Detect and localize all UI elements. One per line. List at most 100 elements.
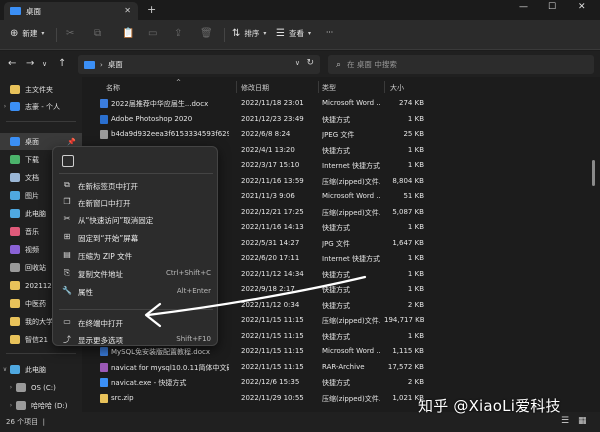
file-name: navicat for mysql10.0.11简体中文破解...	[111, 363, 229, 373]
nav-item-drive-c[interactable]: › OS (C:)	[0, 379, 82, 396]
file-date: 2022/6/8 8:24	[241, 130, 290, 138]
maximize-button[interactable]: ☐	[548, 2, 556, 12]
menu-item-icon: ❐	[62, 197, 72, 206]
cut-button[interactable]: ✂	[66, 28, 74, 39]
file-size: 1 KB	[384, 223, 424, 231]
column-header-date[interactable]: 修改日期	[241, 83, 269, 93]
nav-item-this-pc[interactable]: ∨ 此电脑	[0, 361, 82, 378]
file-type: 压缩(zipped)文件...	[322, 316, 380, 326]
close-window-button[interactable]: ✕	[578, 2, 586, 12]
desktop-icon	[10, 137, 20, 146]
chevron-down-icon: ▾	[263, 30, 266, 37]
toolbar-divider	[56, 28, 57, 42]
copy-button[interactable]: ⧉	[94, 28, 101, 39]
search-input[interactable]: ⌕ 在 桌面 中搜索	[328, 55, 594, 74]
file-date: 2022/11/12 14:34	[241, 270, 304, 278]
chevron-right-icon[interactable]: ›	[6, 384, 16, 391]
sort-label: 排序	[244, 28, 259, 39]
chevron-right-icon[interactable]: ›	[0, 103, 10, 110]
context-menu-item[interactable]: ⧉在新标签页中打开	[53, 177, 219, 194]
file-icon	[100, 99, 108, 108]
minimize-button[interactable]: —	[519, 2, 528, 12]
file-type: RAR-Archive	[322, 363, 380, 371]
file-type: JPEG 文件	[322, 130, 380, 140]
copy-icon[interactable]	[62, 155, 74, 167]
column-header-size[interactable]: 大小	[390, 83, 404, 93]
file-row[interactable]: navicat for mysql10.0.11简体中文破解...2022/11…	[84, 359, 594, 376]
file-row[interactable]: Adobe Photoshop 20202021/12/23 23:49快捷方式…	[84, 111, 594, 128]
context-menu-item[interactable]: ⤴显示更多选项Shift+F10	[53, 331, 219, 348]
forward-arrow-icon[interactable]: →	[26, 58, 34, 69]
tiles-view-icon[interactable]: ▦	[578, 416, 587, 426]
menu-item-shortcut: Alt+Enter	[177, 287, 211, 295]
menu-divider	[59, 173, 213, 174]
file-icon	[100, 363, 108, 372]
file-size: 194,717 KB	[384, 316, 424, 324]
nav-item-label: 202112	[25, 282, 52, 290]
column-header-name[interactable]: 名称	[106, 83, 120, 93]
back-arrow-icon[interactable]: ←	[8, 58, 16, 69]
file-row[interactable]: 2022届推荐中华应届生...docx2022/11/18 23:01Micro…	[84, 95, 594, 112]
context-menu-item[interactable]: ❐在新窗口中打开	[53, 194, 219, 211]
chevron-down-icon[interactable]: ∨	[295, 59, 300, 67]
nav-divider	[6, 353, 76, 354]
new-tab-button[interactable]: +	[147, 3, 156, 16]
up-arrow-icon[interactable]: ↑	[58, 58, 66, 69]
column-divider[interactable]	[318, 81, 319, 93]
file-name: src.zip	[111, 394, 229, 402]
file-size: 1 KB	[384, 146, 424, 154]
file-size: 1 KB	[384, 161, 424, 169]
chevron-down-icon[interactable]: ∨	[0, 366, 10, 373]
file-type: 快捷方式	[322, 378, 380, 388]
more-options-button[interactable]: ···	[326, 28, 333, 37]
nav-item-home[interactable]: 主文件夹	[0, 81, 82, 98]
search-placeholder: 在 桌面 中搜索	[347, 59, 397, 70]
context-menu-item[interactable]: ⊞固定到“开始”屏幕	[53, 229, 219, 246]
picture-icon	[10, 191, 20, 200]
file-size: 1 KB	[384, 270, 424, 278]
address-bar[interactable]: › 桌面 ∨ ↻	[78, 55, 320, 74]
context-menu-item[interactable]: ▭在终端中打开	[53, 314, 219, 331]
paste-icon: 📋	[122, 28, 134, 39]
rename-button[interactable]: ▭	[148, 28, 157, 39]
details-view-icon[interactable]: ☰	[561, 416, 569, 426]
share-button[interactable]: ⇪	[174, 28, 182, 39]
copy-icon: ⧉	[94, 28, 101, 39]
tab-desktop[interactable]: 桌面 ✕	[4, 2, 138, 20]
view-button[interactable]: ☰ 查看 ▾	[276, 28, 311, 39]
file-size: 274 KB	[384, 99, 424, 107]
close-tab-icon[interactable]: ✕	[124, 6, 131, 15]
column-divider[interactable]	[384, 81, 385, 93]
file-icon	[100, 130, 108, 139]
cloud-icon	[10, 102, 20, 111]
refresh-icon[interactable]: ↻	[306, 58, 314, 68]
new-button[interactable]: ⊕ 新建 ▾	[10, 28, 44, 39]
context-menu-item[interactable]: ⎘复制文件地址Ctrl+Shift+C	[53, 265, 219, 282]
recent-dropdown-icon[interactable]: ∨	[42, 60, 47, 68]
menu-item-icon: ⎘	[62, 268, 72, 278]
nav-item-label: 智信21	[25, 335, 48, 345]
file-row[interactable]: navicat.exe - 快捷方式2022/12/6 15:35快捷方式2 K…	[84, 374, 594, 391]
folder-icon	[10, 281, 20, 290]
item-count: 26 个项目 |	[6, 417, 45, 427]
folder-icon	[10, 7, 21, 15]
file-size: 2 KB	[384, 378, 424, 386]
file-type: Microsoft Word ...	[322, 192, 380, 200]
drive-icon	[16, 401, 26, 410]
nav-item-onedrive[interactable]: › 志豪 - 个人	[0, 98, 82, 115]
chevron-right-icon: ›	[100, 61, 103, 69]
context-menu-item[interactable]: 🔧属性Alt+Enter	[53, 283, 219, 300]
file-name: Adobe Photoshop 2020	[111, 115, 229, 123]
context-menu-item[interactable]: ✂从“快速访问”取消固定	[53, 211, 219, 228]
paste-button[interactable]: 📋	[122, 28, 134, 39]
menu-item-icon: ✂	[62, 214, 72, 223]
column-divider[interactable]	[236, 81, 237, 93]
delete-button[interactable]: 🗑	[200, 28, 213, 39]
file-row[interactable]: b4da9d932eea3f6153334593f6292b...2022/6/…	[84, 126, 594, 143]
scrollbar-thumb[interactable]	[592, 160, 595, 186]
column-header-type[interactable]: 类型	[322, 83, 336, 93]
context-menu-item[interactable]: ▤压缩为 ZIP 文件	[53, 247, 219, 264]
menu-item-icon: ⧉	[62, 180, 72, 190]
chevron-right-icon[interactable]: ›	[6, 402, 16, 409]
sort-button[interactable]: ⇅ 排序 ▾	[232, 28, 266, 39]
